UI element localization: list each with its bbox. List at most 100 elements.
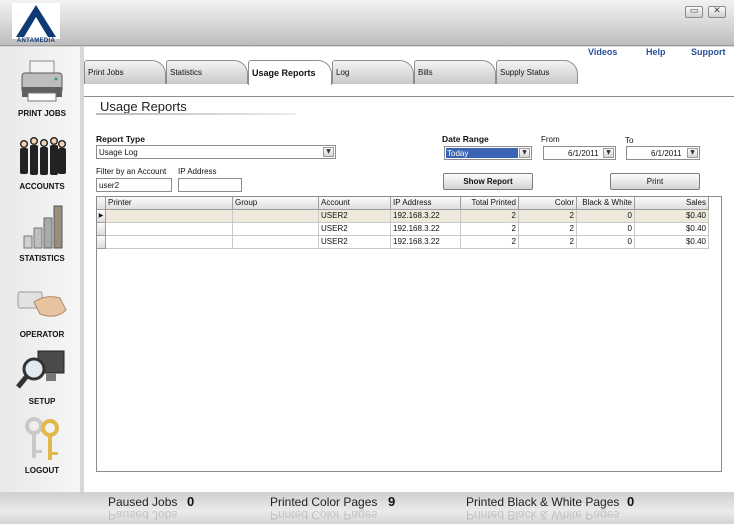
cell-group [233, 210, 319, 223]
sidebar-item-label: LOGOUT [24, 466, 60, 475]
cell-account: USER2 [319, 210, 391, 223]
column-header-sales[interactable]: Sales [635, 197, 709, 210]
print-button[interactable]: Print [610, 173, 700, 190]
to-date-value: 6/1/2011 [651, 149, 682, 158]
logo-text: ANTAMEDIA [16, 38, 56, 44]
cell-ip-address: 192.168.3.22 [391, 236, 461, 249]
tab-statistics[interactable]: Statistics [166, 60, 248, 84]
people-icon [20, 137, 66, 175]
sidebar: PRINT JOBS ACCOUNTS STATISTICS OPERATOR … [0, 47, 80, 492]
close-button[interactable]: ✕ [708, 6, 726, 18]
sidebar-item-label: PRINT JOBS [17, 109, 66, 118]
cell-sales: $0.40 [635, 236, 709, 249]
bar-chart-icon [23, 205, 63, 249]
column-header-ip-address[interactable]: IP Address [391, 197, 461, 210]
from-label: From [541, 135, 560, 144]
row-selector[interactable] [97, 236, 106, 249]
printed-color-reflection: Printed Color Pages [270, 508, 378, 522]
cell-account: USER2 [319, 223, 391, 236]
printed-bw-value: 0 [627, 494, 635, 509]
from-date-value: 6/1/2011 [568, 149, 599, 158]
column-header-group[interactable]: Group [233, 197, 319, 210]
column-header-total-printed[interactable]: Total Printed [461, 197, 519, 210]
ip-address-label: IP Address [178, 167, 217, 176]
column-header-black-white[interactable]: Black & White [577, 197, 635, 210]
main-panel: Videos Help Support Print Jobs Statistic… [84, 47, 734, 492]
keys-icon [25, 417, 59, 460]
cell-sales: $0.40 [635, 210, 709, 223]
sidebar-item-operator[interactable]: OPERATOR [0, 280, 84, 348]
help-link[interactable]: Help [646, 47, 666, 57]
column-header-account[interactable]: Account [319, 197, 391, 210]
table-row[interactable]: USER2 192.168.3.22 2 2 0 $0.40 [97, 223, 721, 236]
videos-link[interactable]: Videos [588, 47, 617, 57]
row-selected-marker-icon[interactable]: ▶ [97, 210, 106, 223]
cell-black-white: 0 [577, 223, 635, 236]
to-label: To [625, 136, 634, 145]
page-title: Usage Reports [100, 99, 187, 114]
tab-supply-status[interactable]: Supply Status [496, 60, 578, 84]
chevron-down-icon[interactable]: ▼ [687, 148, 698, 158]
sidebar-item-label: SETUP [28, 397, 56, 406]
minimize-button[interactable]: ▭ [685, 6, 703, 18]
printed-color-label: Printed Color Pages [270, 495, 378, 509]
cell-total-printed: 2 [461, 210, 519, 223]
cell-color: 2 [519, 223, 577, 236]
cell-black-white: 0 [577, 210, 635, 223]
report-type-value: Usage Log [99, 148, 138, 157]
cell-total-printed: 2 [461, 236, 519, 249]
hand-card-icon [17, 291, 67, 317]
printed-color-value: 9 [388, 494, 396, 509]
column-header-printer[interactable]: Printer [106, 197, 233, 210]
cell-ip-address: 192.168.3.22 [391, 210, 461, 223]
report-type-select[interactable]: Usage Log ▼ [96, 145, 336, 159]
sidebar-item-accounts[interactable]: ACCOUNTS [0, 132, 84, 200]
from-date-picker[interactable]: 6/1/2011 ▼ [543, 146, 616, 160]
chevron-down-icon[interactable]: ▼ [323, 147, 334, 157]
title-underline [96, 113, 296, 115]
ip-address-input[interactable] [178, 178, 242, 192]
report-type-label: Report Type [96, 134, 145, 144]
printer-icon [21, 60, 63, 102]
tab-bar: Print Jobs Statistics Usage Reports Log … [84, 60, 734, 97]
chevron-down-icon[interactable]: ▼ [603, 148, 614, 158]
cell-color: 2 [519, 210, 577, 223]
support-link[interactable]: Support [691, 47, 726, 57]
date-range-label: Date Range [442, 134, 489, 144]
tab-log[interactable]: Log [332, 60, 414, 84]
to-date-picker[interactable]: 6/1/2011 ▼ [626, 146, 700, 160]
tab-print-jobs[interactable]: Print Jobs [84, 60, 166, 84]
status-bar: Paused Jobs 0 Paused Jobs Printed Color … [0, 492, 734, 524]
sidebar-item-print-jobs[interactable]: PRINT JOBS [0, 59, 84, 127]
table-row[interactable]: ▶ USER2 192.168.3.22 2 2 0 $0.40 [97, 210, 721, 223]
paused-jobs-reflection: Paused Jobs [108, 508, 178, 522]
cell-account: USER2 [319, 236, 391, 249]
sidebar-item-label: ACCOUNTS [19, 182, 65, 191]
printed-bw-reflection: Printed Black & White Pages [466, 508, 620, 522]
antamedia-logo: ANTAMEDIA [10, 3, 62, 45]
tab-divider [84, 96, 734, 97]
paused-jobs-value: 0 [187, 494, 195, 509]
date-range-select[interactable]: Today ▼ [444, 146, 532, 160]
usage-report-grid[interactable]: Printer Group Account IP Address Total P… [96, 196, 722, 472]
magnifier-monitor-icon [16, 350, 65, 389]
column-header-color[interactable]: Color [519, 197, 577, 210]
chevron-down-icon[interactable]: ▼ [519, 148, 530, 158]
cell-total-printed: 2 [461, 223, 519, 236]
tab-bills[interactable]: Bills [414, 60, 496, 84]
date-range-value: Today [446, 148, 518, 158]
cell-black-white: 0 [577, 236, 635, 249]
sidebar-item-setup[interactable]: SETUP [0, 347, 84, 415]
cell-ip-address: 192.168.3.22 [391, 223, 461, 236]
row-selector[interactable] [97, 223, 106, 236]
show-report-button[interactable]: Show Report [443, 173, 533, 190]
table-row[interactable]: USER2 192.168.3.22 2 2 0 $0.40 [97, 236, 721, 249]
sidebar-item-logout[interactable]: LOGOUT [0, 416, 84, 484]
tab-usage-reports[interactable]: Usage Reports [248, 60, 332, 85]
cell-group [233, 223, 319, 236]
cell-printer [106, 236, 233, 249]
filter-account-input[interactable]: user2 [96, 178, 172, 192]
sidebar-item-label: OPERATOR [19, 330, 65, 339]
sidebar-item-statistics[interactable]: STATISTICS [0, 204, 84, 272]
grid-corner [97, 197, 106, 210]
